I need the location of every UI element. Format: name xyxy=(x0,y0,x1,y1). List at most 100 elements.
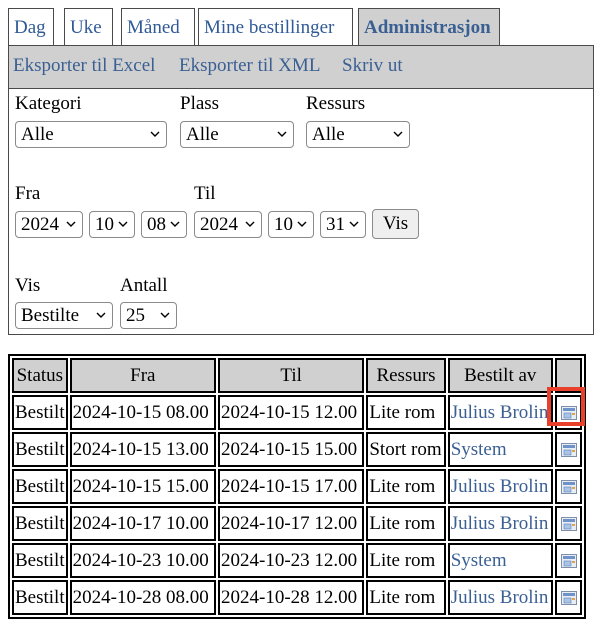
cell-til: 2024-10-23 12.00 xyxy=(218,543,365,578)
til-day-value: 31 xyxy=(326,214,345,235)
header-action xyxy=(554,358,582,393)
plass-label: Plass xyxy=(180,93,220,114)
details-icon[interactable] xyxy=(560,480,577,495)
til-year-value: 2024 xyxy=(200,214,238,235)
chevron-down-icon xyxy=(118,221,128,227)
plass-value: Alle xyxy=(186,124,219,145)
cell-bestilt-av[interactable]: Julius Brolin xyxy=(447,395,553,430)
chevron-down-icon xyxy=(160,312,170,318)
ressurs-value: Alle xyxy=(312,124,345,145)
ressurs-select[interactable]: Alle xyxy=(306,121,410,148)
cell-til: 2024-10-28 12.00 xyxy=(218,580,365,615)
header-status: Status xyxy=(12,358,68,393)
chevron-down-icon xyxy=(66,221,76,227)
antall-select[interactable]: 25 xyxy=(120,302,177,329)
cell-action xyxy=(554,469,582,504)
header-fra: Fra xyxy=(69,358,216,393)
cell-bestilt-av[interactable]: System xyxy=(447,432,553,467)
table-row: Bestilt 2024-10-23 10.00 2024-10-23 12.00 L… xyxy=(12,543,582,578)
kategori-value: Alle xyxy=(21,124,54,145)
fra-day-value: 08 xyxy=(147,214,166,235)
cell-fra: 2024-10-15 15.00 xyxy=(69,469,216,504)
table-row: Bestilt 2024-10-15 13.00 2024-10-15 15.00 S… xyxy=(12,432,582,467)
cell-fra: 2024-10-17 10.00 xyxy=(69,506,216,541)
vis-select[interactable]: Bestilte xyxy=(15,302,113,329)
tab-maaned[interactable]: Måned xyxy=(121,8,195,45)
print-link[interactable]: Skriv ut xyxy=(342,55,403,77)
details-icon[interactable] xyxy=(560,443,577,458)
cell-fra: 2024-10-23 10.00 xyxy=(69,543,216,578)
header-bestilt-av: Bestilt av xyxy=(447,358,553,393)
cell-action xyxy=(554,432,582,467)
action-bar: Eksporter til Excel Eksporter til XML Sk… xyxy=(8,45,594,89)
cell-action xyxy=(554,506,582,541)
cell-status: Bestilt xyxy=(12,395,68,430)
til-month-select[interactable]: 10 xyxy=(268,211,314,238)
fra-day-select[interactable]: 08 xyxy=(141,211,187,238)
cell-til: 2024-10-15 15.00 xyxy=(218,432,365,467)
cell-ressurs: Lite rom xyxy=(366,506,446,541)
tab-mine-bestillinger[interactable]: Mine bestillinger xyxy=(198,8,353,45)
cell-bestilt-av[interactable]: System xyxy=(447,543,553,578)
table-row: Bestilt 2024-10-15 15.00 2024-10-15 17.00 L… xyxy=(12,469,582,504)
cell-ressurs: Lite rom xyxy=(366,469,446,504)
antall-value: 25 xyxy=(126,305,145,326)
cell-bestilt-av[interactable]: Julius Brolin xyxy=(447,469,553,504)
filter-panel: Kategori Alle Plass Alle Ressurs Alle Fr… xyxy=(8,89,594,335)
ressurs-label: Ressurs xyxy=(306,93,366,114)
vis-label: Vis xyxy=(15,275,41,296)
cell-til: 2024-10-17 12.00 xyxy=(218,506,365,541)
plass-select[interactable]: Alle xyxy=(180,121,294,148)
cell-ressurs: Lite rom xyxy=(366,580,446,615)
table-row: Bestilt 2024-10-15 08.00 2024-10-15 12.00 L… xyxy=(12,395,582,430)
fra-label: Fra xyxy=(15,183,41,204)
fra-month-value: 10 xyxy=(95,214,114,235)
vis-button[interactable]: Vis xyxy=(372,209,419,239)
cell-status: Bestilt xyxy=(12,432,68,467)
cell-action xyxy=(554,395,582,430)
chevron-down-icon xyxy=(349,221,359,227)
chevron-down-icon xyxy=(297,221,307,227)
til-label: Til xyxy=(194,183,216,204)
fra-year-select[interactable]: 2024 xyxy=(15,211,83,238)
cell-fra: 2024-10-28 08.00 xyxy=(69,580,216,615)
cell-ressurs: Stort rom xyxy=(366,432,446,467)
vis-value: Bestilte xyxy=(21,305,80,326)
tab-uke[interactable]: Uke xyxy=(64,8,113,45)
tab-dag[interactable]: Dag xyxy=(8,8,54,45)
header-ressurs: Ressurs xyxy=(366,358,446,393)
details-icon[interactable] xyxy=(560,406,577,421)
cell-ressurs: Lite rom xyxy=(366,395,446,430)
cell-action xyxy=(554,580,582,615)
chevron-down-icon xyxy=(150,131,160,137)
cell-bestilt-av[interactable]: Julius Brolin xyxy=(447,506,553,541)
cell-status: Bestilt xyxy=(12,543,68,578)
chevron-down-icon xyxy=(393,131,403,137)
export-xml-link[interactable]: Eksporter til XML xyxy=(179,55,320,77)
chevron-down-icon xyxy=(170,221,180,227)
fra-year-value: 2024 xyxy=(21,214,59,235)
kategori-label: Kategori xyxy=(15,93,82,114)
cell-ressurs: Lite rom xyxy=(366,543,446,578)
tab-administrasjon[interactable]: Administrasjon xyxy=(358,8,500,45)
til-month-value: 10 xyxy=(274,214,293,235)
cell-bestilt-av[interactable]: Julius Brolin xyxy=(447,580,553,615)
details-icon[interactable] xyxy=(560,554,577,569)
table-header-row: Status Fra Til Ressurs Bestilt av xyxy=(12,358,582,393)
cell-fra: 2024-10-15 08.00 xyxy=(69,395,216,430)
export-excel-link[interactable]: Eksporter til Excel xyxy=(13,55,155,77)
chevron-down-icon xyxy=(96,312,106,318)
til-year-select[interactable]: 2024 xyxy=(194,211,262,238)
details-icon[interactable] xyxy=(560,517,577,532)
cell-status: Bestilt xyxy=(12,580,68,615)
table-row: Bestilt 2024-10-17 10.00 2024-10-17 12.00 L… xyxy=(12,506,582,541)
chevron-down-icon xyxy=(245,221,255,227)
cell-status: Bestilt xyxy=(12,469,68,504)
fra-month-select[interactable]: 10 xyxy=(89,211,135,238)
antall-label: Antall xyxy=(120,275,168,296)
til-day-select[interactable]: 31 xyxy=(320,211,366,238)
kategori-select[interactable]: Alle xyxy=(15,121,167,148)
cell-til: 2024-10-15 12.00 xyxy=(218,395,365,430)
cell-til: 2024-10-15 17.00 xyxy=(218,469,365,504)
details-icon[interactable] xyxy=(560,591,577,606)
